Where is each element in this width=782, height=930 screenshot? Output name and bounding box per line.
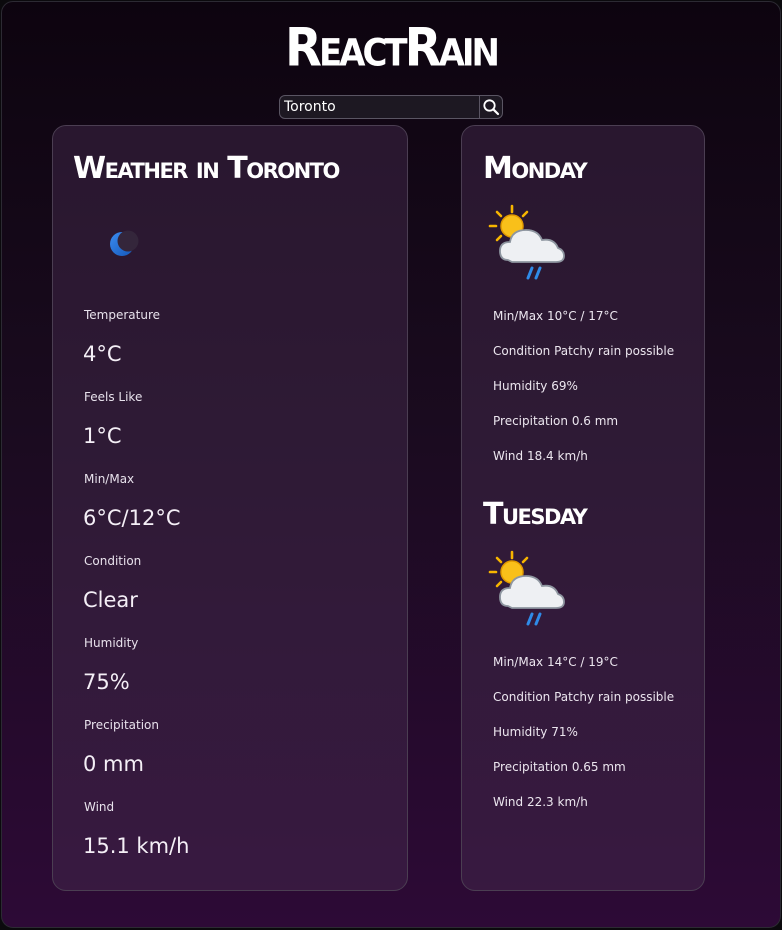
stat-value-min-max: 6°C/12°C [83,506,181,530]
forecast-condition: Condition Patchy rain possible [493,690,675,704]
stat-label-min-max: Min/Max [84,472,135,486]
stat-label-precipitation: Precipitation [84,718,160,732]
app-window: ReactRain Weather in Toronto Temperature… [1,1,781,928]
app-title: ReactRain [284,17,500,79]
stat-label-wind: Wind [84,800,115,814]
stat-label-humidity: Humidity [84,636,139,650]
forecast-day-title: Tuesday [483,497,588,532]
stat-label-temperature: Temperature [84,308,161,322]
forecast-precipitation: Precipitation 0.65 mm [493,760,626,774]
forecast-condition: Condition Patchy rain possible [493,344,675,358]
search-input[interactable] [280,96,480,118]
forecast-wind: Wind 22.3 km/h [493,795,588,809]
forecast-humidity: Humidity 71% [493,725,578,739]
stat-label-condition: Condition [84,554,142,568]
forecast-minmax: Min/Max 14°C / 19°C [493,655,618,669]
forecast-wind: Wind 18.4 km/h [493,449,588,463]
stat-value-wind: 15.1 km/h [83,834,190,858]
current-weather-heading: Weather in Toronto [73,151,340,186]
forecast-card: Monday Min/Max 10°C / 17°C Condition Pat… [461,125,705,891]
stat-value-humidity: 75% [83,670,130,694]
stat-value-condition: Clear [83,588,138,612]
forecast-precipitation: Precipitation 0.6 mm [493,414,619,428]
sun-cloud-rain-icon [488,550,565,626]
moon-icon [110,230,139,256]
stat-label-feels-like: Feels Like [84,390,143,404]
stat-value-precipitation: 0 mm [83,752,144,776]
stat-value-temperature: 4°C [83,342,122,366]
current-weather-card: Weather in Toronto Temperature 4°C Feels… [52,125,408,891]
search-button[interactable] [479,96,502,118]
forecast-day-title: Monday [483,151,588,186]
stat-value-feels-like: 1°C [83,424,122,448]
forecast-minmax: Min/Max 10°C / 17°C [493,309,618,323]
forecast-humidity: Humidity 69% [493,379,578,393]
sun-cloud-rain-icon [488,204,565,280]
search-bar [279,95,503,119]
search-icon [483,99,500,116]
